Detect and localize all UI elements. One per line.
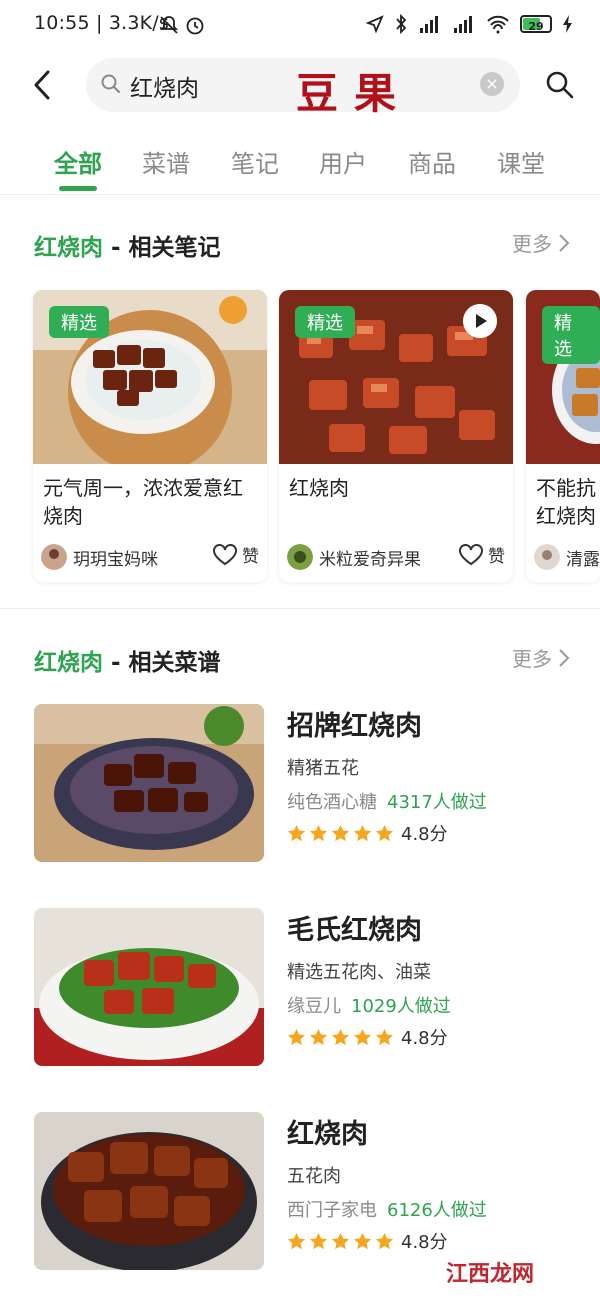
back-arrow-icon[interactable] [28,68,56,102]
recipe-name: 招牌红烧肉 [287,711,422,742]
recipes-more-link[interactable]: 更多 [512,643,570,672]
star-icon [353,1028,372,1045]
signal-icon-2 [454,16,472,33]
star-icon [375,1028,394,1045]
star-icon [375,1232,394,1249]
divider [0,194,600,195]
tab-recipes[interactable]: 菜谱 [142,144,190,179]
recipe-cooked-count: 4317人做过 [387,792,487,813]
tab-notes[interactable]: 笔记 [231,144,279,179]
search-button[interactable] [545,70,575,100]
star-icon [287,1028,306,1045]
recipe-image [34,908,264,1066]
battery-indicator: 29 [520,15,552,33]
recipe-ingredients: 精选五花肉、油菜 [287,962,431,983]
chevron-right-icon [559,233,570,252]
featured-badge: 精选 [295,306,355,338]
star-icon [287,824,306,841]
notes-more-link[interactable]: 更多 [512,228,570,257]
status-icons: 29 [366,14,574,34]
star-icon [331,1028,350,1045]
star-icon [353,824,372,841]
clear-icon[interactable]: × [480,72,504,96]
recipe-ingredients: 精猪五花 [287,758,359,779]
recipe-image [34,1112,264,1270]
recipe-item[interactable]: 招牌红烧肉 精猪五花 纯色酒心糖 4317人做过 4.8分 [34,704,574,864]
mute-bell-icon [159,16,179,34]
avatar [41,544,67,570]
avatar [534,544,560,570]
note-author[interactable]: 清露 [534,544,600,570]
recipe-author: 纯色酒心糖 4317人做过 [287,792,487,813]
recipe-cooked-count: 6126人做过 [387,1200,487,1221]
watermark: 江西龙网 [440,1256,541,1288]
divider [0,608,600,609]
recipe-rating: 4.8分 [287,1024,448,1050]
location-icon [366,15,384,33]
featured-badge: 精选 [49,306,109,338]
tab-classes[interactable]: 课堂 [497,144,545,179]
play-icon[interactable] [463,304,497,338]
tab-products[interactable]: 商品 [408,144,456,179]
star-icon [287,1232,306,1249]
bluetooth-icon [396,14,407,34]
recipe-rating: 4.8分 [287,1228,448,1254]
note-author[interactable]: 米粒爱奇异果 [287,544,421,570]
notes-section-title: 红烧肉 - 相关笔记 [34,235,221,261]
recipe-author: 缘豆儿 1029人做过 [287,996,451,1017]
recipe-cooked-count: 1029人做过 [351,996,451,1017]
star-icon [331,824,350,841]
chevron-right-icon [559,648,570,667]
alarm-icon [186,17,204,35]
brand-logo: 豆果 [296,69,413,118]
like-button[interactable]: 赞 [212,542,259,567]
status-time-speed: 10:55 | 3.3K/s [34,12,170,34]
recipe-name: 红烧肉 [287,1119,368,1150]
tab-users[interactable]: 用户 [319,144,367,179]
recipe-author: 西门子家电 6126人做过 [287,1200,487,1221]
search-query: 红烧肉 [130,76,199,102]
star-icon [375,824,394,841]
note-title: 不能抗红烧肉 [536,476,596,528]
active-tab-indicator [59,186,97,191]
like-button[interactable]: 赞 [458,542,505,567]
recipe-name: 毛氏红烧肉 [287,915,422,946]
heart-icon [459,543,483,565]
search-input[interactable]: 红烧肉 豆果 × [86,58,520,118]
featured-badge: 精选 [542,306,600,364]
avatar [287,544,313,570]
recipe-ingredients: 五花肉 [287,1166,341,1187]
star-icon [309,1232,328,1249]
signal-icon [420,16,438,33]
status-bar: 10:55 | 3.3K/s 29 [0,0,600,52]
star-icon [353,1232,372,1249]
recipe-item[interactable]: 毛氏红烧肉 精选五花肉、油菜 缘豆儿 1029人做过 4.8分 [34,908,574,1068]
wifi-icon [487,15,509,34]
note-card[interactable]: 精选 元气周一，浓浓爱意红烧肉 玥玥宝妈咪 赞 [33,290,267,582]
note-card[interactable]: 精选 不能抗红烧肉 清露 [526,290,600,582]
charging-icon [563,15,572,33]
star-icon [309,1028,328,1045]
heart-icon [213,543,237,565]
tab-all[interactable]: 全部 [54,144,102,179]
recipe-rating: 4.8分 [287,820,448,846]
search-icon [101,74,120,93]
star-icon [309,824,328,841]
note-title: 红烧肉 [289,476,349,500]
note-title: 元气周一，浓浓爱意红烧肉 [43,476,243,528]
note-card[interactable]: 精选 红烧肉 米粒爱奇异果 赞 [279,290,513,582]
recipe-item[interactable]: 红烧肉 五花肉 西门子家电 6126人做过 4.8分 [34,1112,574,1272]
note-author[interactable]: 玥玥宝妈咪 [41,544,158,570]
recipe-image [34,704,264,862]
recipes-section-title: 红烧肉 - 相关菜谱 [34,650,221,676]
star-icon [331,1232,350,1249]
